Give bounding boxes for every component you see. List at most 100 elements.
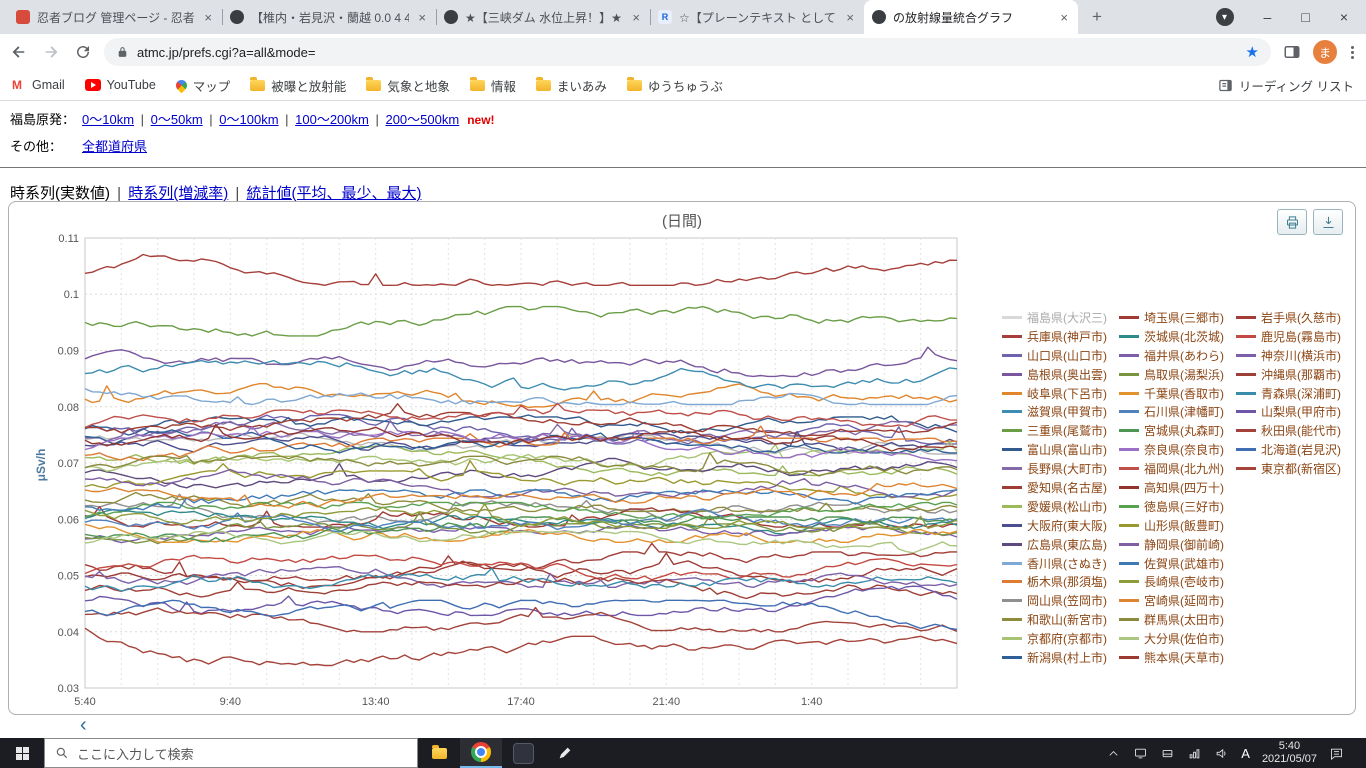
bookmark-star-icon[interactable]: ★ [1246,43,1259,61]
tab-title: ☆【プレーンテキスト として 貼りつ [679,10,837,25]
printer-icon [1286,215,1298,229]
legend-swatch-icon [1002,429,1022,433]
chart-panel: (日間) μSv/h 0.11 0.1 0.09 0.08 0.07 0.06 0.05 0.… [8,201,1356,715]
legend-label: 山形県(飯豊町) [1144,518,1224,533]
distance-filter-link[interactable]: 0～10km [82,112,134,127]
view-mode-link[interactable]: 統計値(平均、最少、最大) [246,185,421,202]
legend-label: 大阪府(東大阪) [1027,518,1107,533]
pen-app-button[interactable] [544,738,586,768]
legend-label: 岐阜県(下呂市) [1027,386,1107,401]
legend-item: 山口県(山口市) [1002,346,1107,365]
reading-list-button[interactable]: リーディング リスト [1218,76,1354,95]
legend-label: 沖縄県(那覇市) [1261,367,1341,382]
bookmark-item[interactable]: YouTube [84,78,156,92]
legend-swatch-icon [1119,410,1139,414]
taskbar-search-input[interactable]: ここに入力して検索 [44,738,418,768]
bookmark-item[interactable]: 情報 [469,76,516,95]
tray-display-icon[interactable] [1133,746,1148,761]
legend-item: 大分県(佐伯市) [1119,629,1224,648]
action-center-icon[interactable] [1329,746,1344,761]
distance-filter-link[interactable]: 200～500km [385,112,459,127]
app-button[interactable] [502,738,544,768]
browser-tab[interactable]: の放射線量統合グラフ × [864,0,1078,34]
legend-swatch-icon [1002,372,1022,376]
dark-circle-favicon-icon [444,10,458,24]
tray-storage-icon[interactable] [1160,746,1175,761]
legend-item: 神奈川(横浜市) [1236,346,1341,365]
separator: | [205,112,217,127]
legend-item: 東京都(新宿区) [1236,459,1341,478]
tab-close-icon[interactable]: × [630,10,642,25]
dark-circle-favicon-icon [230,10,244,24]
tab-close-icon[interactable]: × [202,10,214,25]
bookmark-item[interactable]: ゆうちゅうぶ [626,76,723,95]
svg-text:0.05: 0.05 [58,571,79,583]
hidden-icons-chevron-icon[interactable] [1106,746,1121,761]
bookmark-item[interactable]: まいあみ [535,76,607,95]
legend-item: 福井県(あわら) [1119,346,1224,365]
forward-button[interactable] [40,41,62,63]
legend-swatch-icon [1002,353,1022,357]
page-content: 福島原発： 0～10km | 0～50km | 0～100km | 100～200… [0,101,1366,739]
legend-item: 茨城県(北茨城) [1119,327,1224,346]
refresh-button[interactable] [72,41,94,63]
chrome-button[interactable] [460,738,502,768]
tab-close-icon[interactable]: × [844,10,856,25]
legend-item: 鹿児島(霧島市) [1236,327,1341,346]
tab-search-icon[interactable]: ▾ [1215,8,1234,26]
legend-swatch-icon [1002,315,1022,319]
all-prefectures-link[interactable]: 全都道府県 [82,139,147,154]
view-mode-link[interactable]: 時系列(増減率) [128,185,228,202]
legend-item: 大阪府(東大阪) [1002,516,1107,535]
download-button[interactable] [1313,209,1343,235]
legend-item: 沖縄県(那覇市) [1236,365,1341,384]
ime-mode-indicator[interactable]: A [1241,746,1250,761]
back-button[interactable] [8,41,30,63]
pen-icon [559,747,571,759]
address-bar[interactable]: atmc.jp/prefs.cgi?a=all&mode= ★ [104,38,1271,66]
distance-filter-link[interactable]: 0～50km [151,112,203,127]
legend-item: 香川県(さぬき) [1002,554,1107,573]
taskbar-clock[interactable]: 5:40 2021/05/07 [1262,740,1317,766]
svg-text:0.03: 0.03 [58,683,79,695]
legend-label: 福岡県(北九州) [1144,462,1224,477]
distance-filter-link[interactable]: 0～100km [219,112,278,127]
close-button[interactable]: × [1340,10,1348,24]
tray-volume-icon[interactable] [1214,746,1229,761]
maximize-button[interactable]: □ [1301,10,1309,24]
legend-label: 宮崎県(延岡市) [1144,594,1224,609]
print-button[interactable] [1277,209,1307,235]
scroll-left-chevron[interactable]: ‹ [80,715,87,735]
tab-close-icon[interactable]: × [416,10,428,25]
minimize-button[interactable]: – [1264,10,1272,24]
new-tab-button[interactable]: + [1084,4,1110,30]
browser-tab[interactable]: ★【三峡ダム 水位上昇！】★ × [436,0,650,34]
browser-tab[interactable]: 【椎内・岩見沢・蘭越 0.0 4 4 × [222,0,436,34]
svg-text:9:40: 9:40 [220,696,241,708]
start-button[interactable] [0,738,44,768]
legend-item: 千葉県(香取市) [1119,384,1224,403]
back-arrow-icon [12,46,25,58]
profile-avatar[interactable]: ま [1313,40,1337,64]
legend-swatch-icon [1002,523,1022,527]
browser-tab[interactable]: 忍者ブログ 管理ページ - 忍者ツ × [8,0,222,34]
app-icon [512,742,534,764]
bookmark-item[interactable]: マップ [173,76,230,95]
legend-item: 島根県(奥出雲) [1002,365,1107,384]
distance-filter-link[interactable]: 100～200km [295,112,369,127]
legend-swatch-icon [1119,580,1139,584]
bookmark-item[interactable]: 被曝と放射能 [250,76,346,95]
browser-tab[interactable]: R ☆【プレーンテキスト として 貼りつ × [650,0,864,34]
bookmark-item[interactable]: 気象と地象 [366,76,450,95]
legend-label: 岩手県(久慈市) [1261,310,1341,325]
bookmark-item[interactable]: Gmail [12,78,65,92]
tab-close-icon[interactable]: × [1058,10,1070,25]
tray-network-icon[interactable] [1187,746,1202,761]
legend-swatch-icon [1119,315,1139,319]
side-panel-button[interactable] [1281,41,1303,63]
legend-item: 秋田県(能代市) [1236,421,1341,440]
legend-swatch-icon [1002,448,1022,452]
legend-label: 岡山県(笠岡市) [1027,594,1107,609]
menu-kebab-icon[interactable] [1347,45,1358,59]
file-explorer-button[interactable] [418,738,460,768]
